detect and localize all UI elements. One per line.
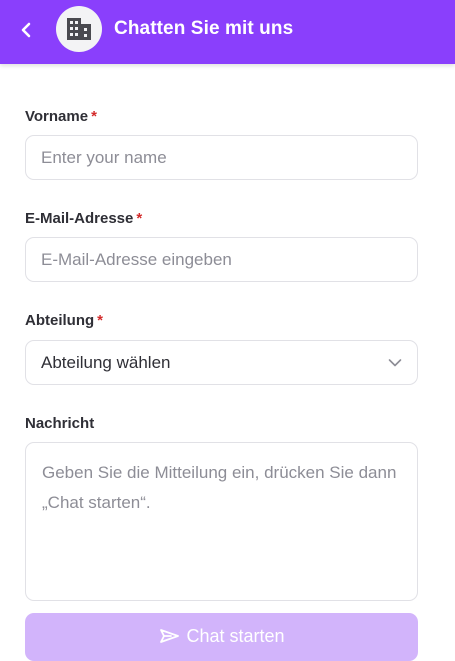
header-bar: Chatten Sie mit uns (0, 0, 455, 64)
send-icon (160, 629, 180, 643)
message-label: Nachricht (25, 415, 94, 432)
email-label-text: E-Mail-Adresse (25, 210, 134, 227)
start-chat-button[interactable]: Chat starten (25, 613, 418, 661)
department-label: Abteilung * (25, 312, 103, 329)
first-name-input[interactable] (25, 135, 418, 180)
first-name-label-text: Vorname (25, 108, 89, 125)
department-select[interactable]: Abteilung wählen (25, 340, 418, 385)
department-select-value: Abteilung wählen (41, 352, 171, 372)
start-chat-label: Chat starten (186, 626, 285, 646)
chevron-down-icon (388, 358, 402, 366)
back-button[interactable] (12, 16, 40, 44)
building-icon (67, 18, 91, 40)
required-marker: * (91, 108, 97, 125)
email-label: E-Mail-Adresse * (25, 210, 142, 227)
chevron-left-icon (21, 22, 31, 38)
required-marker: * (97, 312, 103, 329)
message-textarea[interactable] (25, 442, 418, 601)
header-title: Chatten Sie mit uns (114, 18, 294, 39)
avatar (56, 6, 102, 52)
email-input[interactable] (25, 237, 418, 282)
message-label-text: Nachricht (25, 415, 95, 432)
required-marker: * (136, 210, 143, 227)
department-label-text: Abteilung (25, 312, 95, 329)
first-name-label: Vorname * (25, 108, 97, 125)
